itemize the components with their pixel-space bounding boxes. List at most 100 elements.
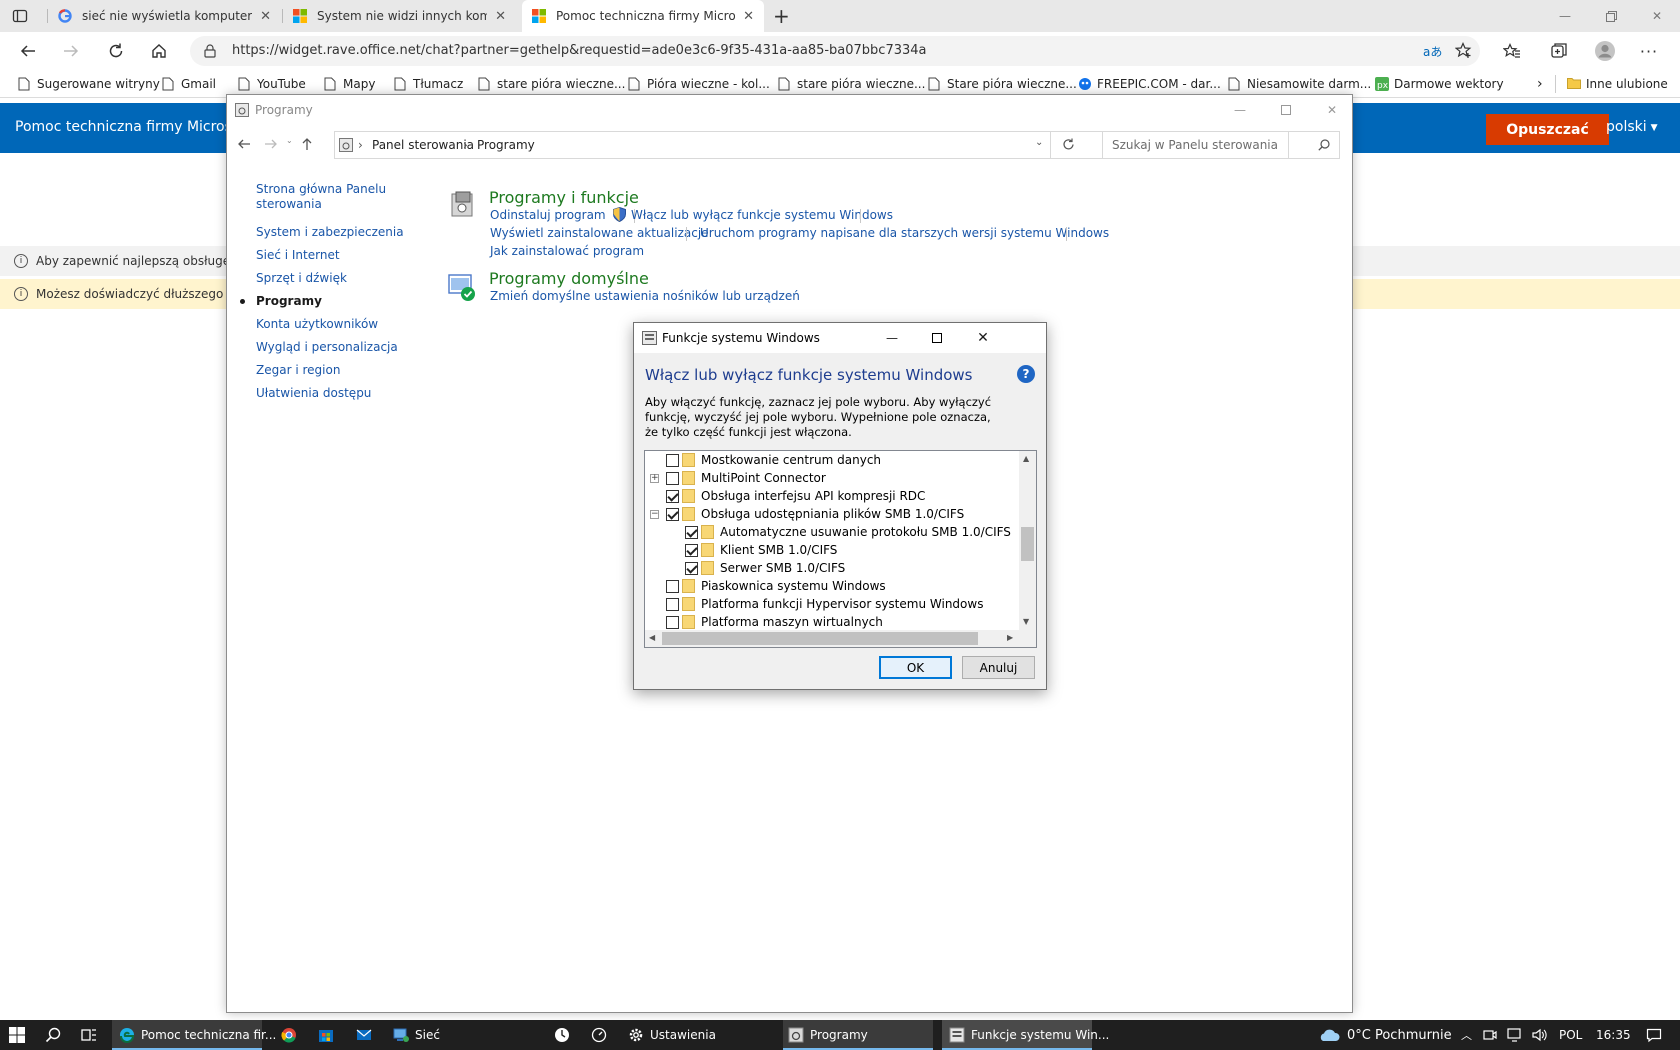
feature-checkbox[interactable] xyxy=(666,579,679,593)
volume-icon[interactable] xyxy=(1532,1020,1548,1050)
bookmark-item[interactable]: Tłumacz xyxy=(394,74,463,94)
close-icon[interactable]: ✕ xyxy=(743,9,754,24)
close-window-button[interactable]: ✕ xyxy=(1634,0,1680,32)
feature-item[interactable]: Obsługa interfejsu API kompresji RDC xyxy=(645,487,1020,505)
minimize-button[interactable]: — xyxy=(1542,0,1588,32)
sidebar-item-appearance[interactable]: Wygląd i personalizacja xyxy=(256,340,398,355)
help-icon[interactable]: ? xyxy=(1017,365,1035,383)
chevron-down-icon[interactable]: ⌄ xyxy=(1035,137,1043,148)
close-icon[interactable]: ✕ xyxy=(260,9,271,24)
sidebar-item-programs[interactable]: Programy xyxy=(256,294,322,309)
feature-item[interactable]: Platforma funkcji Hypervisor systemu Win… xyxy=(645,595,1020,613)
feature-checkbox[interactable] xyxy=(666,615,679,629)
taskbar-app-network[interactable]: Sieć xyxy=(389,1020,539,1050)
forward-arrow-icon[interactable] xyxy=(264,137,278,151)
close-button[interactable]: ✕ xyxy=(961,323,1005,353)
new-tab-button[interactable]: + xyxy=(773,6,790,26)
back-arrow-icon[interactable] xyxy=(237,137,251,151)
feature-checkbox[interactable] xyxy=(685,543,698,557)
up-arrow-icon[interactable] xyxy=(300,137,314,151)
collapse-icon[interactable]: − xyxy=(650,509,659,519)
bookmark-item[interactable]: stare pióra wieczne... xyxy=(478,74,625,94)
meet-now-icon[interactable] xyxy=(1483,1020,1497,1050)
forward-button[interactable] xyxy=(56,36,86,66)
scroll-right-icon[interactable]: ▶ xyxy=(1007,633,1013,642)
bookmark-item[interactable]: Stare pióra wieczne... xyxy=(928,74,1077,94)
language-selector[interactable]: polski ▼ xyxy=(1606,119,1658,135)
refresh-button[interactable] xyxy=(101,36,131,66)
feature-checkbox[interactable] xyxy=(666,597,679,611)
ok-button[interactable]: OK xyxy=(879,656,952,679)
feature-item[interactable]: Platforma maszyn wirtualnych xyxy=(645,613,1020,631)
scrollbar-thumb[interactable] xyxy=(662,632,978,645)
home-button[interactable] xyxy=(144,36,174,66)
more-menu-icon[interactable]: ··· xyxy=(1634,36,1664,66)
profile-avatar[interactable] xyxy=(1590,36,1620,66)
taskbar-app-edge[interactable]: Pomoc techniczna fir... xyxy=(112,1020,276,1050)
feature-checkbox[interactable] xyxy=(666,453,679,467)
exit-button[interactable]: Opuszczać xyxy=(1486,114,1609,145)
feature-item[interactable]: Serwer SMB 1.0/CIFS xyxy=(645,559,1020,577)
cancel-button[interactable]: Anuluj xyxy=(962,656,1035,679)
breadcrumb-panel-sterowania[interactable]: Panel sterowania xyxy=(372,138,474,152)
mail-icon[interactable] xyxy=(356,1020,372,1050)
change-media-defaults-link[interactable]: Zmień domyślne ustawienia nośników lub u… xyxy=(490,289,800,303)
feature-item[interactable]: Automatyczne usuwanie protokołu SMB 1.0/… xyxy=(645,523,1020,541)
windows-start-icon[interactable] xyxy=(9,1020,25,1050)
sidebar-item-hardware[interactable]: Sprzęt i dźwięk xyxy=(256,271,347,286)
minimize-button[interactable]: — xyxy=(870,323,914,353)
bookmark-item[interactable]: YouTube xyxy=(238,74,306,94)
tab-actions-icon[interactable] xyxy=(12,8,28,24)
feature-item[interactable]: Piaskownica systemu Windows xyxy=(645,577,1020,595)
sidebar-item-clock[interactable]: Zegar i region xyxy=(256,363,340,378)
back-button[interactable] xyxy=(13,36,43,66)
vertical-scrollbar[interactable]: ▲ ▼ xyxy=(1019,451,1036,631)
scrollbar-thumb[interactable] xyxy=(1021,527,1034,561)
feature-item[interactable]: Mostkowanie centrum danych xyxy=(645,451,1020,469)
read-aloud-icon[interactable]: aあ xyxy=(1423,43,1442,60)
url-text[interactable]: https://widget.rave.office.net/chat?part… xyxy=(232,43,927,58)
restore-button[interactable] xyxy=(1588,0,1634,32)
scroll-left-icon[interactable]: ◀ xyxy=(649,633,655,642)
sidebar-item-security[interactable]: System i zabezpieczenia xyxy=(256,225,404,240)
horizontal-scrollbar[interactable]: ◀ ▶ xyxy=(645,630,1020,647)
bookmark-item[interactable]: px Darmowe wektory xyxy=(1375,74,1504,94)
bookmark-item[interactable]: FREEPIC.COM - dar... xyxy=(1078,74,1221,94)
compatibility-link[interactable]: Uruchom programy napisane dla starszych … xyxy=(700,226,1109,240)
close-icon[interactable]: ✕ xyxy=(495,9,506,24)
feature-item[interactable]: + MultiPoint Connector xyxy=(645,469,1020,487)
programs-features-title[interactable]: Programy i funkcje xyxy=(489,188,639,207)
minimize-button[interactable]: — xyxy=(1217,95,1263,125)
bookmark-item[interactable]: stare pióra wieczne... xyxy=(778,74,925,94)
notifications-icon[interactable] xyxy=(1646,1020,1662,1050)
tab-pomoc-techniczna[interactable]: Pomoc techniczna firmy Microsof ✕ xyxy=(522,0,764,32)
bookmark-item[interactable]: Mapy xyxy=(324,74,375,94)
tab-system-nie-widzi[interactable]: System nie widzi innych kompute ✕ xyxy=(283,0,516,32)
speedometer-icon[interactable] xyxy=(591,1020,607,1050)
taskbar-app-features[interactable]: Funkcje systemu Win... xyxy=(942,1020,1109,1050)
favorite-add-icon[interactable] xyxy=(1455,42,1472,59)
scroll-down-icon[interactable]: ▼ xyxy=(1023,617,1029,626)
bookmark-item[interactable]: Sugerowane witryny xyxy=(18,74,160,94)
taskbar-app-programs[interactable]: Programy xyxy=(783,1020,933,1050)
how-to-install-link[interactable]: Jak zainstalować program xyxy=(490,244,644,258)
collections-icon[interactable] xyxy=(1544,36,1574,66)
close-button[interactable]: ✕ xyxy=(1309,95,1355,125)
bookmark-item[interactable]: Niesamowite darm... xyxy=(1228,74,1371,94)
address-bar[interactable]: https://widget.rave.office.net/chat?part… xyxy=(190,36,1480,66)
scroll-up-icon[interactable]: ▲ xyxy=(1023,454,1029,463)
sidebar-item-home[interactable]: Strona główna Panelu sterowania xyxy=(256,182,391,212)
feature-checkbox[interactable] xyxy=(685,561,698,575)
view-updates-link[interactable]: Wyświetl zainstalowane aktualizacje xyxy=(490,226,709,240)
default-programs-title[interactable]: Programy domyślne xyxy=(489,269,649,288)
maximize-button[interactable] xyxy=(1263,95,1309,125)
bookmark-item[interactable]: Gmail xyxy=(162,74,216,94)
expand-icon[interactable]: + xyxy=(650,473,659,483)
feature-item[interactable]: − Obsługa udostępniania plików SMB 1.0/C… xyxy=(645,505,1020,523)
store-icon[interactable] xyxy=(318,1020,334,1050)
maximize-button[interactable] xyxy=(915,323,959,353)
language-indicator[interactable]: POL xyxy=(1559,1020,1582,1050)
chrome-icon[interactable] xyxy=(281,1020,297,1050)
refresh-icon[interactable] xyxy=(1062,138,1075,151)
sidebar-item-accounts[interactable]: Konta użytkowników xyxy=(256,317,378,332)
